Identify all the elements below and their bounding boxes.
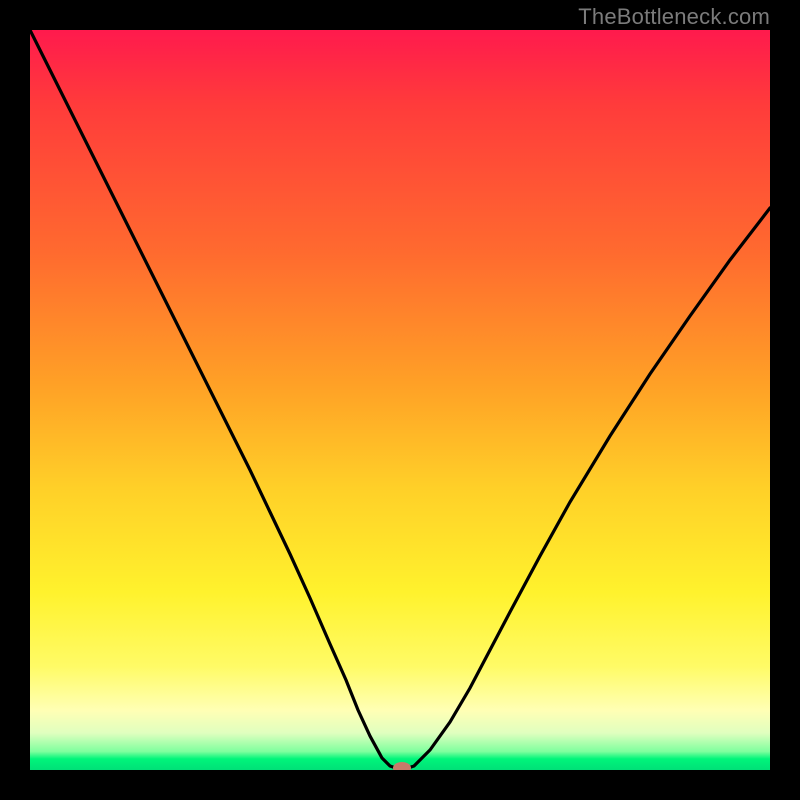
attribution-text: TheBottleneck.com <box>578 4 770 30</box>
chart-frame: TheBottleneck.com <box>0 0 800 800</box>
min-marker <box>393 762 411 770</box>
bottleneck-curve-path <box>30 30 770 770</box>
curve-svg <box>30 30 770 770</box>
plot-area <box>30 30 770 770</box>
